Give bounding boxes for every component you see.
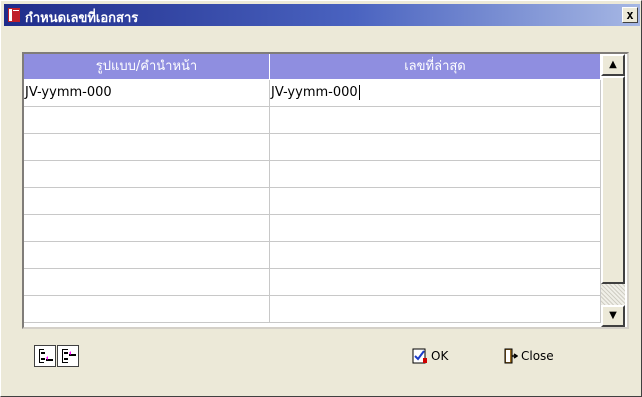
column-header-format-prefix[interactable]: รูปแบบ/คำนำหน้า [24, 54, 270, 80]
scroll-down-button[interactable]: ▼ [601, 305, 625, 327]
document-number-dialog: กำหนดเลขที่เอกสาร x รูปแบบ/คำนำหน้า เลขท… [0, 0, 642, 397]
format-prefix-cell[interactable]: JV-yymm-000 [24, 80, 270, 107]
grid-header: รูปแบบ/คำนำหน้า เลขที่ล่าสุด [24, 54, 601, 80]
text-cursor [358, 85, 360, 100]
format-prefix-cell[interactable] [24, 269, 270, 296]
latest-number-cell[interactable] [270, 242, 601, 269]
format-prefix-cell[interactable] [24, 134, 270, 161]
window-title: กำหนดเลขที่เอกสาร [25, 11, 139, 26]
table-row [24, 161, 601, 188]
latest-number-cell[interactable] [270, 215, 601, 242]
delete-row-icon [62, 349, 76, 363]
format-prefix-cell[interactable] [24, 242, 270, 269]
latest-number-cell[interactable] [270, 188, 601, 215]
table-row [24, 296, 601, 323]
title-bar[interactable]: กำหนดเลขที่เอกสาร x [4, 4, 640, 26]
column-header-latest-number[interactable]: เลขที่ล่าสุด [270, 54, 601, 80]
vertical-scrollbar[interactable]: ▲ ▼ [601, 54, 625, 327]
latest-number-cell[interactable] [270, 269, 601, 296]
delete-row-button[interactable] [57, 345, 79, 367]
close-window-button[interactable]: x [622, 7, 638, 23]
latest-number-cell[interactable] [270, 161, 601, 188]
format-prefix-cell[interactable] [24, 161, 270, 188]
table-row [24, 188, 601, 215]
latest-number-cell[interactable]: JV-yymm-000 [270, 80, 601, 107]
format-prefix-cell[interactable] [24, 188, 270, 215]
document-book-icon [8, 8, 20, 22]
scroll-thumb[interactable] [601, 76, 625, 284]
latest-number-cell[interactable] [270, 296, 601, 323]
grid-body: รูปแบบ/คำนำหน้า เลขที่ล่าสุด JV-yymm-000… [24, 54, 601, 327]
table-row [24, 242, 601, 269]
format-prefix-cell[interactable] [24, 107, 270, 134]
table-row [24, 215, 601, 242]
scroll-up-button[interactable]: ▲ [601, 54, 625, 76]
format-prefix-cell[interactable] [24, 296, 270, 323]
document-number-grid: รูปแบบ/คำนำหน้า เลขที่ล่าสุด JV-yymm-000… [22, 52, 629, 329]
format-prefix-cell[interactable] [24, 215, 270, 242]
table-row [24, 107, 601, 134]
check-document-icon [412, 348, 427, 364]
latest-number-cell[interactable] [270, 134, 601, 161]
latest-number-text: JV-yymm-000 [271, 85, 358, 100]
table-row: JV-yymm-000 JV-yymm-000 [24, 80, 601, 107]
table-row [24, 269, 601, 296]
close-button-label: Close [521, 349, 554, 363]
exit-door-icon [504, 348, 518, 364]
insert-row-icon [39, 349, 53, 363]
ok-button[interactable]: OK [412, 345, 448, 367]
ok-button-label: OK [431, 349, 449, 363]
table-row [24, 134, 601, 161]
latest-number-cell[interactable] [270, 107, 601, 134]
insert-row-button[interactable] [34, 345, 56, 367]
close-button[interactable]: Close [502, 345, 554, 367]
